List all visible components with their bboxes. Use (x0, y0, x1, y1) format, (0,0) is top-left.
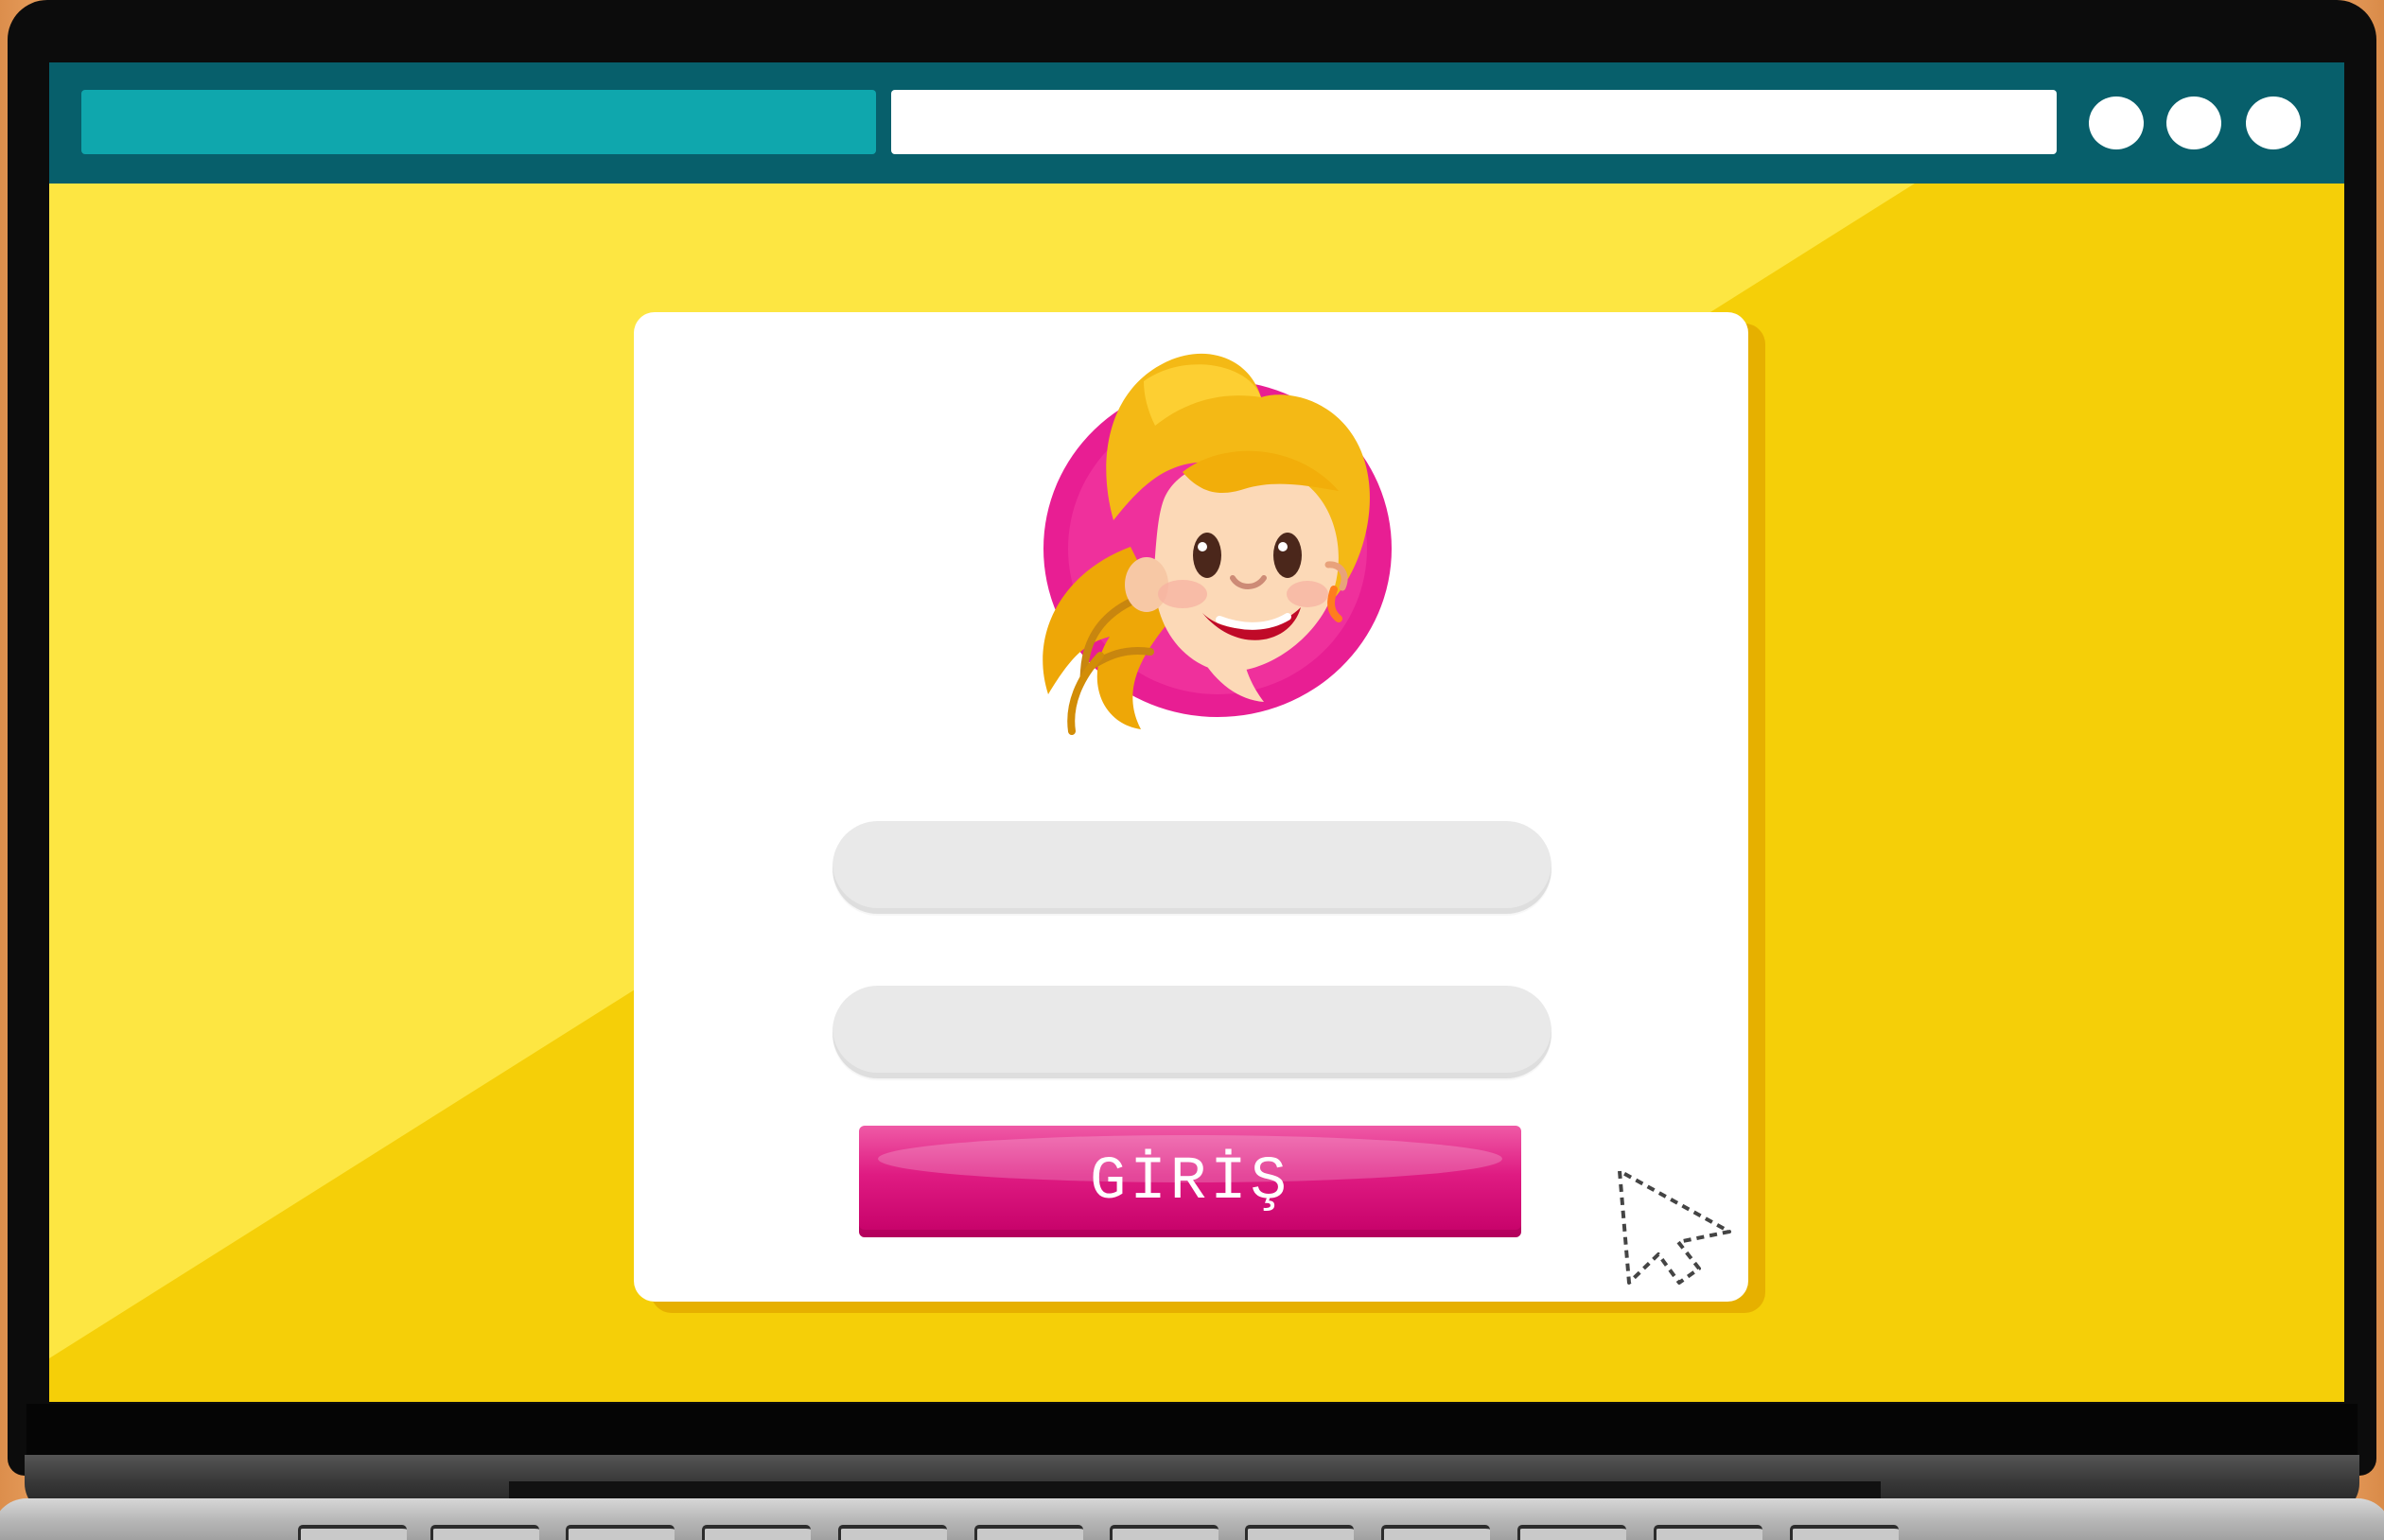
window-control-2-icon[interactable] (2166, 96, 2221, 149)
keyboard-key (1245, 1525, 1354, 1540)
keyboard-key (1790, 1525, 1899, 1540)
mouse-pointer-icon (1618, 1169, 1731, 1285)
window-control-3-icon[interactable] (2246, 96, 2301, 149)
keyboard-key (1517, 1525, 1626, 1540)
keyboard-key (430, 1525, 539, 1540)
keyboard-key (298, 1525, 407, 1540)
browser-toolbar (49, 62, 2344, 184)
keyboard-key (1654, 1525, 1762, 1540)
login-button-label: GİRİŞ (1089, 1148, 1291, 1216)
keyboard-key (1110, 1525, 1218, 1540)
keyboard-key (702, 1525, 811, 1540)
girl-avatar-icon (989, 346, 1405, 744)
keyboard-key (838, 1525, 947, 1540)
password-field[interactable] (833, 986, 1551, 1078)
keyboard-key (974, 1525, 1083, 1540)
avatar-illustration (1043, 353, 1392, 735)
login-card: GİRİŞ (634, 312, 1748, 1302)
address-bar[interactable] (891, 90, 2057, 154)
window-control-1-icon[interactable] (2089, 96, 2144, 149)
username-field[interactable] (833, 821, 1551, 914)
browser-tab[interactable] (81, 90, 876, 154)
laptop-scene: GİRİŞ (0, 0, 2384, 1540)
keyboard-key (566, 1525, 675, 1540)
login-button[interactable]: GİRİŞ (859, 1126, 1521, 1237)
keyboard-key (1381, 1525, 1490, 1540)
web-page-screen: GİRİŞ (49, 62, 2344, 1402)
